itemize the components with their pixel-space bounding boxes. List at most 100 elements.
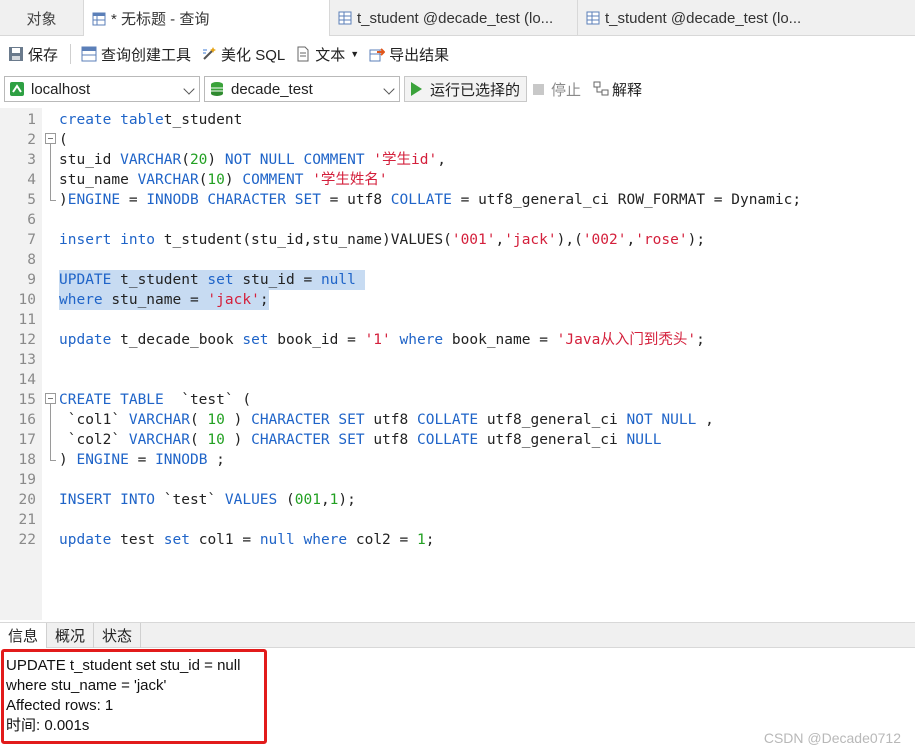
connection-icon	[10, 82, 24, 96]
code-line[interactable]: 12 update t_decade_book set book_id = '1'…	[0, 330, 915, 350]
code-text: )ENGINE = INNODB CHARACTER SET = utf8 CO…	[59, 190, 801, 210]
line-number: 21	[18, 512, 36, 528]
code-line[interactable]: 6	[0, 210, 915, 230]
code-text: (	[59, 130, 68, 150]
code-token: col2 =	[347, 532, 417, 548]
run-selected-label: 运行已选择的	[430, 81, 521, 99]
code-line[interactable]: 22 update test set col1 = null where col2…	[0, 530, 915, 550]
code-token: update	[59, 532, 112, 548]
code-text: CREATE TABLE `test` (	[59, 390, 251, 410]
code-token: ;	[696, 332, 705, 348]
database-select[interactable]: decade_test	[204, 76, 400, 102]
code-token: null	[259, 532, 295, 548]
code-line[interactable]: 3 stu_id VARCHAR(20) NOT NULL COMMENT '学生…	[0, 150, 915, 170]
save-button[interactable]: 保存	[4, 40, 62, 68]
watermark: CSDN @Decade0712	[763, 730, 901, 746]
line-number: 6	[27, 212, 36, 228]
code-token: ,	[626, 232, 636, 248]
info-line: 时间: 0.001s	[6, 717, 90, 734]
line-number: 11	[18, 312, 36, 328]
stop-label: 停止	[551, 81, 582, 99]
code-token: ),(	[556, 232, 583, 248]
code-line[interactable]: 11	[0, 310, 915, 330]
code-token: insert into	[59, 232, 156, 248]
connection-select[interactable]: localhost	[4, 76, 200, 102]
code-token: ,	[696, 412, 714, 428]
code-line[interactable]: 21	[0, 510, 915, 530]
explain-button[interactable]: 解释	[587, 76, 648, 102]
tab-bar: 对象 * 无标题 - 查询 t_student @decade_test (lo…	[0, 0, 915, 37]
code-token: '学生id'	[373, 152, 438, 168]
code-token: CHARACTER SET	[251, 412, 365, 428]
code-token: ENGINE	[67, 192, 121, 208]
code-line[interactable]: 19	[0, 470, 915, 490]
code-token: ;	[425, 532, 435, 548]
code-token: )	[59, 192, 68, 208]
line-number: 19	[18, 472, 36, 488]
query-builder-icon	[81, 46, 97, 62]
code-token: (	[189, 432, 208, 448]
code-token: ,	[495, 232, 505, 248]
query-table-icon	[92, 12, 106, 25]
line-number: 16	[18, 412, 36, 428]
line-number: 18	[18, 452, 36, 468]
code-line[interactable]: 18 ) ENGINE = INNODB ;	[0, 450, 915, 470]
code-line[interactable]: 16 `col1` VARCHAR( 10 ) CHARACTER SET ut…	[0, 410, 915, 430]
code-text: ) ENGINE = INNODB ;	[59, 450, 225, 470]
sql-editor[interactable]: 1 create tablet_student 2(3 stu_id VARCHAR(…	[0, 108, 915, 620]
code-line[interactable]: 9 UPDATE t_student set stu_id = null	[0, 270, 915, 290]
stop-button[interactable]: 停止	[527, 76, 587, 102]
line-number: 17	[18, 432, 36, 448]
code-line[interactable]: 2(	[0, 130, 915, 150]
code-line[interactable]: 5)ENGINE = INNODB CHARACTER SET = utf8 C…	[0, 190, 915, 210]
export-icon	[369, 48, 386, 62]
code-token: COLLATE	[416, 432, 479, 448]
code-text: create tablet_student	[59, 110, 242, 130]
code-line[interactable]: 10 where stu_name = 'jack';	[0, 290, 915, 310]
edit-table-icon	[338, 11, 352, 25]
code-line[interactable]: 17 `col2` VARCHAR( 10 ) CHARACTER SET ut…	[0, 430, 915, 450]
code-token: book_name =	[443, 332, 557, 348]
code-token: 1	[416, 532, 426, 548]
query-toolbar: 保存 查询创建工具 美化 SQL 文本 ▼ 导出结果	[0, 36, 915, 72]
code-line[interactable]: 14	[0, 370, 915, 390]
tab-t-student-2[interactable]: t_student @decade_test (lo...	[578, 0, 824, 36]
code-token: stu_name	[59, 172, 138, 188]
dropdown-caret-icon: ▼	[350, 49, 360, 59]
result-tab[interactable]: 状态	[94, 623, 142, 648]
play-icon	[411, 82, 422, 96]
code-token: CREATE TABLE	[59, 392, 164, 408]
database-value: decade_test	[231, 80, 313, 98]
code-token: NOT NULL COMMENT	[224, 152, 374, 168]
tab-t-student-1[interactable]: t_student @decade_test (lo...	[330, 0, 578, 36]
tab-objects[interactable]: 对象	[0, 0, 84, 36]
code-token: where	[59, 292, 103, 308]
beautify-sql-button[interactable]: 美化 SQL	[197, 40, 289, 68]
code-token: utf8_general_ci	[478, 432, 627, 448]
run-selected-button[interactable]: 运行已选择的	[404, 76, 528, 102]
text-menu-button[interactable]: 文本 ▼	[291, 40, 363, 68]
export-results-button[interactable]: 导出结果	[365, 40, 453, 68]
code-line[interactable]: 13	[0, 350, 915, 370]
tab-untitled-query[interactable]: * 无标题 - 查询	[84, 0, 330, 37]
code-line[interactable]: 8	[0, 250, 915, 270]
code-line[interactable]: 4 stu_name VARCHAR(10) COMMENT '学生姓名'	[0, 170, 915, 190]
code-line[interactable]: 15 CREATE TABLE `test` (	[0, 390, 915, 410]
line-number: 12	[18, 332, 36, 348]
line-number: 1	[27, 112, 36, 128]
result-tab[interactable]: 概况	[47, 623, 95, 648]
result-tab[interactable]: 信息	[0, 623, 48, 648]
code-token: set	[207, 272, 234, 288]
code-token: = utf8	[320, 192, 391, 208]
code-text: insert into t_student(stu_id,stu_name)VA…	[59, 230, 705, 250]
code-line[interactable]: 7 insert into t_student(stu_id,stu_name)V…	[0, 230, 915, 250]
code-line[interactable]: 20 INSERT INTO `test` VALUES (001,1);	[0, 490, 915, 510]
query-builder-button[interactable]: 查询创建工具	[77, 40, 195, 68]
save-label: 保存	[28, 46, 59, 64]
code-token: t_student	[163, 112, 243, 128]
code-token: set	[163, 532, 190, 548]
code-token: 10	[207, 412, 225, 428]
tab-untitled-query-label: * 无标题 - 查询	[111, 11, 210, 28]
code-line[interactable]: 1 create tablet_student	[0, 110, 915, 130]
